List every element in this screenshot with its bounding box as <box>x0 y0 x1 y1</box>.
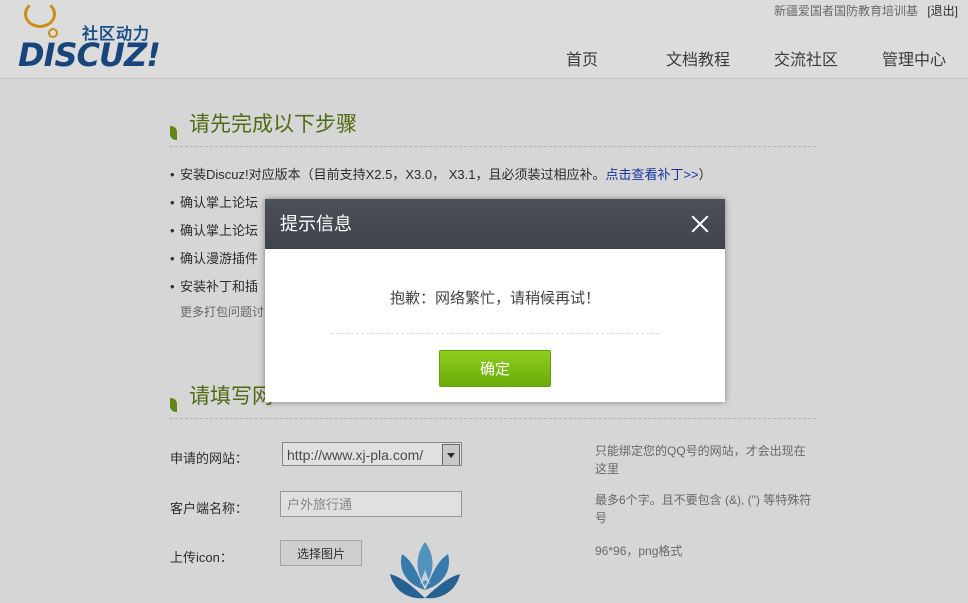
dialog-title: 提示信息 <box>280 214 352 234</box>
dialog-header: 提示信息 <box>265 199 725 249</box>
close-icon[interactable] <box>687 211 713 237</box>
confirm-button[interactable]: 确定 <box>439 350 551 387</box>
divider <box>331 333 659 334</box>
dialog-message: 抱歉：网络繁忙，请稍候再试！ <box>389 290 600 307</box>
alert-dialog: 提示信息 抱歉：网络繁忙，请稍候再试！ 确定 <box>265 199 725 402</box>
